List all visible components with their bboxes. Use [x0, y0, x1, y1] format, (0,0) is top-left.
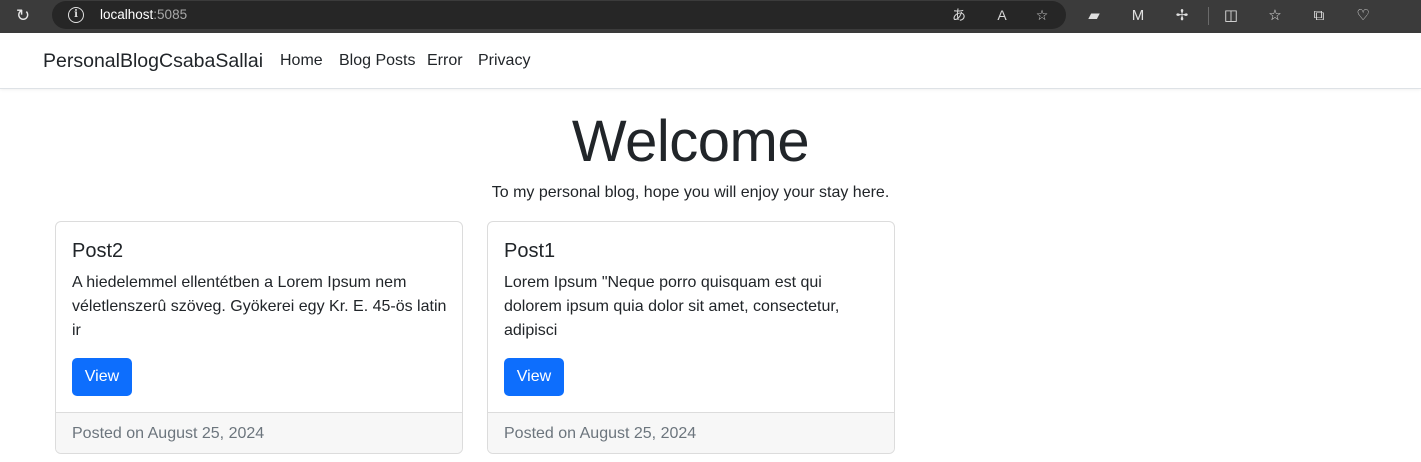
post-date: Posted on August 25, 2024: [504, 425, 697, 442]
post-title: Post1: [504, 240, 556, 262]
browser-essentials-icon[interactable]: ♡: [1352, 5, 1374, 27]
post-title: Post2: [72, 240, 124, 262]
post-footer: Posted on August 25, 2024: [56, 412, 462, 453]
post-excerpt: A hiedelemmel ellentétben a Lorem Ipsum …: [72, 274, 447, 339]
malwarebytes-icon[interactable]: M: [1127, 5, 1149, 27]
post-excerpt: Lorem Ipsum "Neque porro quisquam est qu…: [504, 274, 840, 339]
extension-card-icon[interactable]: ▰: [1083, 5, 1105, 27]
page-subtitle: To my personal blog, hope you will enjoy…: [491, 184, 890, 201]
text-size-icon[interactable]: A: [992, 5, 1012, 25]
post-date: Posted on August 25, 2024: [72, 425, 265, 442]
post-card: Post2 A hiedelemmel ellentétben a Lorem …: [55, 221, 463, 454]
view-post-button[interactable]: View: [72, 358, 132, 396]
post-footer: Posted on August 25, 2024: [488, 412, 894, 453]
post-card: Post1 Lorem Ipsum "Neque porro quisquam …: [487, 221, 895, 454]
toolbar-divider: [1208, 7, 1209, 25]
navbar-brand[interactable]: PersonalBlogCsabaSallai: [43, 50, 263, 73]
url-host: localhost: [100, 7, 154, 22]
favorite-star-icon[interactable]: ☆: [1032, 5, 1052, 25]
url-port: :5085: [153, 7, 188, 22]
address-bar[interactable]: i localhost:5085 あ A ☆: [52, 1, 1066, 29]
address-url[interactable]: localhost:5085: [100, 7, 187, 22]
split-screen-icon[interactable]: ◫: [1220, 5, 1242, 27]
nav-link-home[interactable]: Home: [280, 52, 323, 70]
nav-link-error[interactable]: Error: [427, 52, 463, 70]
site-navbar: PersonalBlogCsabaSallai Home Blog Posts …: [0, 33, 1421, 89]
view-post-button[interactable]: View: [504, 358, 564, 396]
extensions-puzzle-icon[interactable]: ✢: [1171, 5, 1193, 27]
nav-link-blog-posts[interactable]: Blog Posts: [339, 52, 415, 70]
read-aloud-icon[interactable]: あ: [949, 5, 969, 25]
page-title: Welcome: [571, 109, 810, 174]
nav-link-privacy[interactable]: Privacy: [478, 52, 530, 70]
collections-icon[interactable]: ⧉: [1308, 5, 1330, 27]
favorites-icon[interactable]: ☆: [1264, 5, 1286, 27]
info-icon[interactable]: i: [68, 7, 84, 23]
reload-icon[interactable]: ↻: [13, 6, 33, 26]
browser-toolbar: ↻ i localhost:5085 あ A ☆ ▰ M ✢ ◫ ☆ ⧉ ♡: [0, 0, 1421, 33]
